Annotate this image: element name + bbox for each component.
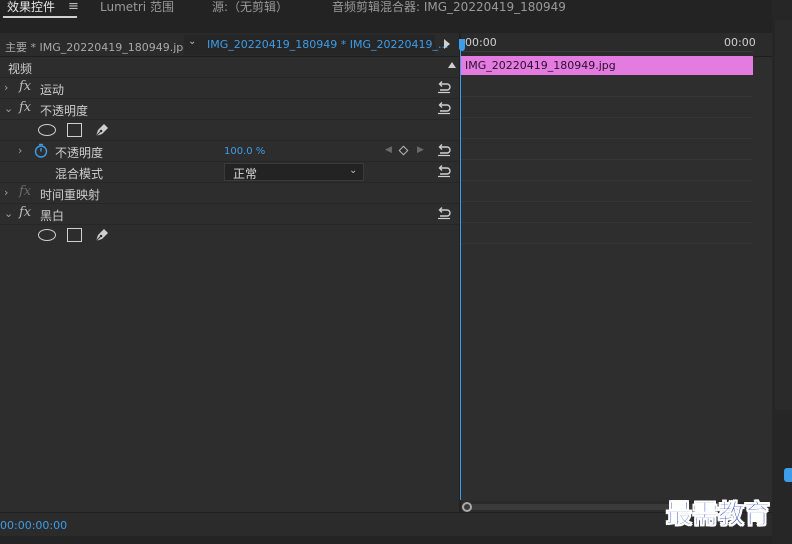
effects-list: 视频 › fx 运动 ⌄ fx 不透明度 › 不透明度 100.0 % ◀ ▶ … — [0, 57, 459, 512]
effect-label-time-remap: 时间重映射 — [40, 188, 101, 202]
reset-icon[interactable] — [437, 80, 451, 94]
panel-tab-bar: 效果控件 ≡ Lumetri 范围 源:（无剪辑） 音频剪辑混合器: IMG_2… — [0, 0, 792, 22]
blend-mode-select[interactable]: 正常 ⌄ — [224, 163, 364, 181]
panel-menu-icon[interactable]: ≡ — [68, 0, 79, 14]
rectangle-mask-icon[interactable] — [67, 123, 82, 137]
add-keyframe-icon[interactable] — [398, 145, 409, 156]
timeline-row-line — [461, 243, 753, 244]
timeline-row-line — [461, 222, 753, 223]
reset-icon[interactable] — [437, 164, 451, 178]
timeline-row-line — [461, 201, 753, 202]
mask-tools-row — [0, 225, 459, 246]
blend-mode-value: 正常 — [233, 167, 258, 181]
scrollbar-handle[interactable] — [462, 502, 472, 512]
collapse-triangle-icon[interactable] — [448, 62, 456, 68]
tab-audio-clip-mixer[interactable]: 音频剪辑混合器: IMG_20220419_180949 — [332, 0, 566, 20]
fx-toggle-icon[interactable]: fx — [19, 100, 31, 115]
effect-label-motion: 运动 — [40, 83, 65, 97]
reset-icon[interactable] — [437, 143, 451, 157]
right-panel-edge — [772, 0, 792, 544]
clip-select[interactable]: ⌄ IMG_20220419_180949 * IMG_20220419_... — [184, 35, 448, 55]
ruler-start-time: 00:00 — [465, 36, 497, 49]
reset-icon[interactable] — [437, 101, 451, 115]
effect-label-black-white: 黑白 — [40, 209, 65, 223]
collapse-chevron-icon[interactable]: ⌄ — [4, 102, 13, 115]
timeline-clip-label: IMG_20220419_180949.jpg — [465, 59, 616, 72]
effect-row-opacity[interactable]: ⌄ fx 不透明度 — [0, 99, 459, 120]
param-label-blend-mode: 混合模式 — [55, 167, 104, 181]
mask-tools — [38, 226, 118, 244]
effect-row-motion[interactable]: › fx 运动 — [0, 78, 459, 99]
chevron-down-icon: ⌄ — [349, 165, 358, 176]
reset-icon[interactable] — [437, 206, 451, 220]
param-row-blend-mode: 混合模式 正常 ⌄ — [0, 162, 459, 183]
tab-source[interactable]: 源:（无剪辑） — [212, 0, 288, 20]
timeline-row-line — [461, 117, 753, 118]
rectangle-mask-icon[interactable] — [67, 228, 82, 242]
active-tab-indicator — [3, 16, 77, 18]
time-ruler[interactable] — [462, 51, 753, 52]
clip-select-label: IMG_20220419_180949 * IMG_20220419_... — [207, 38, 449, 51]
expand-chevron-icon[interactable]: › — [18, 144, 22, 157]
next-keyframe-icon[interactable]: ▶ — [417, 145, 424, 155]
tab-lumetri-scopes[interactable]: Lumetri 范围 — [100, 0, 174, 20]
section-video: 视频 — [0, 57, 459, 78]
mask-tools — [38, 121, 118, 139]
fx-toggle-icon[interactable]: fx — [19, 184, 31, 199]
expand-chevron-icon[interactable]: › — [4, 186, 8, 199]
timeline-row-line — [461, 138, 753, 139]
current-timecode[interactable]: 00:00:00:00 — [0, 519, 67, 532]
watermark-logo: 最需教育 — [666, 500, 771, 531]
pen-mask-icon[interactable] — [93, 227, 110, 244]
ellipse-mask-icon[interactable] — [38, 124, 56, 136]
playhead-line[interactable] — [460, 49, 461, 500]
chevron-down-icon: ⌄ — [188, 36, 197, 47]
effect-label-opacity: 不透明度 — [40, 104, 89, 118]
prev-keyframe-icon[interactable]: ◀ — [385, 145, 392, 155]
pen-mask-icon[interactable] — [93, 122, 110, 139]
timeline-row-line — [461, 180, 753, 181]
toggle-timeline-icon[interactable] — [444, 39, 450, 49]
effect-timeline[interactable] — [461, 57, 772, 512]
expand-chevron-icon[interactable]: › — [4, 81, 8, 94]
fx-toggle-icon[interactable]: fx — [19, 205, 31, 220]
side-panel-tab[interactable] — [784, 468, 792, 482]
effect-row-black-white[interactable]: ⌄ fx 黑白 — [0, 204, 459, 225]
bottom-strip — [0, 536, 772, 544]
collapse-chevron-icon[interactable]: ⌄ — [4, 207, 13, 220]
ruler-end-time: 00:00 — [724, 36, 756, 49]
clip-header: 主要 * IMG_20220419_180949.jpg ⌄ IMG_20220… — [0, 33, 772, 57]
master-clip-label[interactable]: 主要 * IMG_20220419_180949.jpg — [5, 39, 190, 55]
timeline-clip[interactable]: IMG_20220419_180949.jpg — [461, 56, 753, 75]
fx-toggle-icon[interactable]: fx — [19, 79, 31, 94]
ellipse-mask-icon[interactable] — [38, 229, 56, 241]
section-title: 视频 — [8, 62, 33, 76]
opacity-value[interactable]: 100.0 % — [224, 146, 265, 157]
param-label-opacity: 不透明度 — [55, 146, 104, 160]
stopwatch-icon[interactable] — [34, 143, 48, 158]
effect-row-time-remap[interactable]: › fx 时间重映射 — [0, 183, 459, 204]
param-row-opacity[interactable]: › 不透明度 100.0 % ◀ ▶ — [0, 141, 459, 162]
timeline-row-line — [461, 96, 753, 97]
timeline-row-line — [461, 159, 753, 160]
mask-tools-row — [0, 120, 459, 141]
